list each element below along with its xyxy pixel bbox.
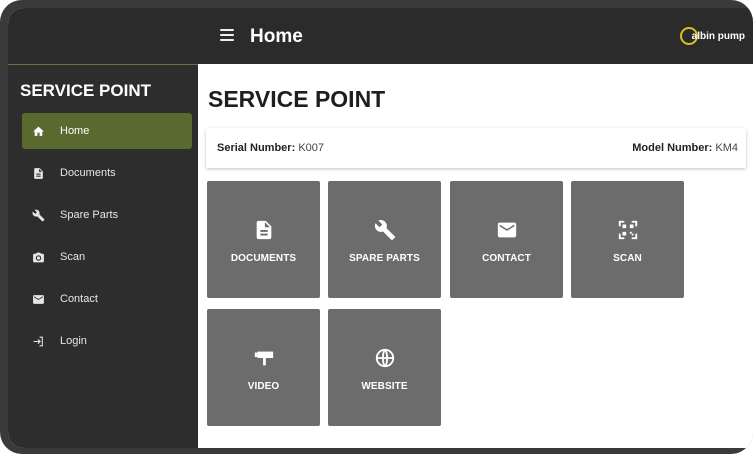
document-icon xyxy=(22,167,60,180)
tile-scan[interactable]: SCAN xyxy=(571,181,684,298)
sidebar-item-documents[interactable]: Documents xyxy=(22,155,192,191)
sidebar-item-scan[interactable]: Scan xyxy=(22,239,192,275)
tile-documents[interactable]: DOCUMENTS xyxy=(207,181,320,298)
device-frame: Home albin pump SERVICE POINT Home Docum… xyxy=(0,0,753,454)
qr-scan-icon xyxy=(571,219,684,241)
main-content: SERVICE POINT Serial Number: K007 Model … xyxy=(198,64,753,448)
model-number: Model Number: KM4 xyxy=(632,142,738,154)
camera-icon xyxy=(22,251,60,264)
serial-number-value: K007 xyxy=(298,142,325,154)
serial-number: Serial Number: K007 xyxy=(217,142,324,154)
tile-label: SPARE PARTS xyxy=(349,253,420,264)
tile-spare-parts[interactable]: SPARE PARTS xyxy=(328,181,441,298)
login-icon xyxy=(22,335,60,348)
appbar-title: Home xyxy=(250,26,303,47)
wrench-icon xyxy=(328,219,441,241)
brand-logo: albin pump xyxy=(679,27,745,45)
sidebar: SERVICE POINT Home Documents Spare Parts xyxy=(8,64,198,448)
envelope-icon xyxy=(22,293,60,306)
model-number-label: Model Number: xyxy=(632,142,713,154)
page-title: SERVICE POINT xyxy=(208,86,386,112)
sidebar-item-label: Login xyxy=(60,335,87,347)
sidebar-item-label: Scan xyxy=(60,251,86,263)
sidebar-item-login[interactable]: Login xyxy=(22,323,192,359)
sidebar-item-label: Documents xyxy=(60,167,116,179)
home-icon xyxy=(22,125,60,138)
tile-label: SCAN xyxy=(613,253,642,264)
sidebar-item-label: Contact xyxy=(60,293,98,305)
tile-label: VIDEO xyxy=(247,381,280,392)
tile-label: WEBSITE xyxy=(361,381,408,392)
device-info-card: Serial Number: K007 Model Number: KM4 xyxy=(206,128,746,168)
tile-video[interactable]: VIDEO xyxy=(207,309,320,426)
model-number-value: KM4 xyxy=(715,142,738,154)
sidebar-title: SERVICE POINT xyxy=(20,81,151,100)
brand-logo-text: albin pump xyxy=(691,30,745,42)
tile-website[interactable]: WEBSITE xyxy=(328,309,441,426)
tile-contact[interactable]: CONTACT xyxy=(450,181,563,298)
sidebar-item-label: Spare Parts xyxy=(60,209,119,221)
sidebar-item-spare-parts[interactable]: Spare Parts xyxy=(22,197,192,233)
tile-label: CONTACT xyxy=(482,253,531,264)
app-screen: Home albin pump SERVICE POINT Home Docum… xyxy=(8,8,753,448)
serial-number-label: Serial Number: xyxy=(217,142,296,154)
envelope-icon xyxy=(450,219,563,241)
sidebar-item-label: Home xyxy=(60,125,90,137)
sidebar-item-home[interactable]: Home xyxy=(22,113,192,149)
document-icon xyxy=(207,219,320,241)
globe-icon xyxy=(328,347,441,369)
video-camera-icon xyxy=(207,347,320,369)
wrench-icon xyxy=(22,209,60,222)
hamburger-menu-icon[interactable] xyxy=(220,28,234,42)
top-app-bar: Home albin pump xyxy=(8,8,753,64)
tile-label: DOCUMENTS xyxy=(230,253,297,264)
sidebar-item-contact[interactable]: Contact xyxy=(22,281,192,317)
